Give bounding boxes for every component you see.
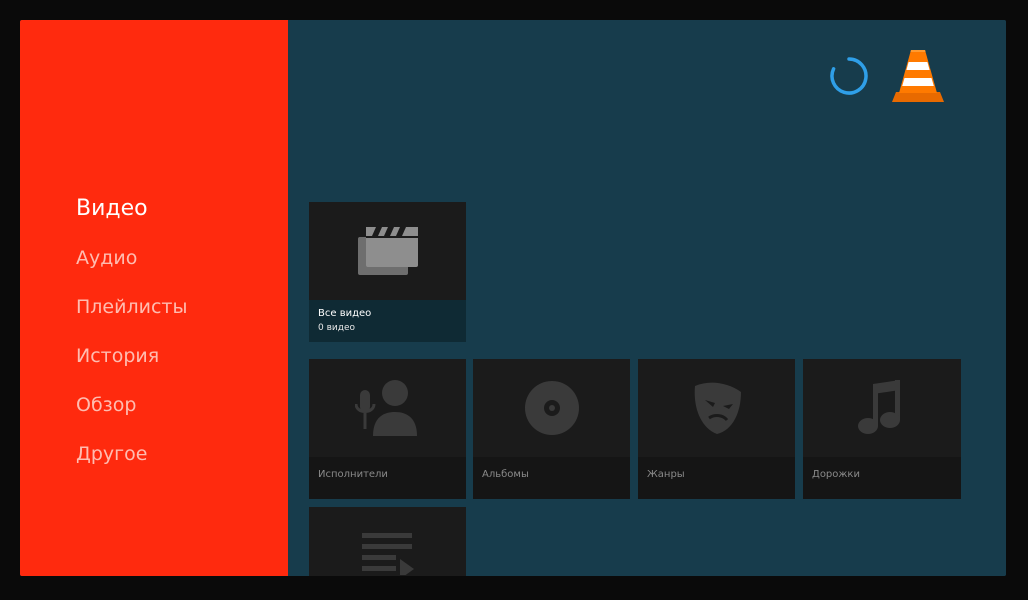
sidebar-item-history[interactable]: История — [76, 339, 187, 388]
all-videos-count: 0 видео — [318, 323, 356, 333]
albums-card[interactable]: Альбомы — [473, 359, 630, 499]
genres-card[interactable]: Жанры — [638, 359, 795, 499]
music-note-icon — [803, 359, 961, 457]
all-videos-caption: Все видео 0 видео — [309, 300, 466, 342]
sidebar-item-other[interactable]: Другое — [76, 437, 187, 486]
artist-mic-icon — [309, 359, 466, 457]
tv-screen: Видео Аудио Плейлисты История Обзор Друг… — [20, 20, 1006, 576]
loading-spinner-icon — [829, 56, 869, 96]
genres-label: Жанры — [647, 469, 685, 480]
sidebar-item-audio[interactable]: Аудио — [76, 241, 187, 290]
playlists-card[interactable] — [309, 507, 466, 576]
disc-icon — [473, 359, 630, 457]
sidebar-nav: Видео Аудио Плейлисты История Обзор Друг… — [76, 192, 187, 486]
albums-label: Альбомы — [482, 469, 529, 480]
theater-mask-icon — [638, 359, 795, 457]
artists-label: Исполнители — [318, 469, 388, 480]
artists-card[interactable]: Исполнители — [309, 359, 466, 499]
genres-caption: Жанры — [638, 457, 795, 499]
tracks-card[interactable]: Дорожки — [803, 359, 961, 499]
movie-clapper-icon — [309, 202, 466, 300]
all-videos-card[interactable]: Все видео 0 видео — [309, 202, 466, 342]
tracks-caption: Дорожки — [803, 457, 961, 499]
sidebar-item-browse[interactable]: Обзор — [76, 388, 187, 437]
main-content: Все видео 0 видео Исполнители Альбомы Жа… — [288, 20, 1006, 576]
sidebar: Видео Аудио Плейлисты История Обзор Друг… — [20, 20, 288, 576]
tracks-label: Дорожки — [812, 469, 860, 480]
vlc-cone-icon — [890, 46, 946, 104]
artists-caption: Исполнители — [309, 457, 466, 499]
sidebar-item-playlists[interactable]: Плейлисты — [76, 290, 187, 339]
sidebar-item-video[interactable]: Видео — [76, 192, 187, 241]
all-videos-title: Все видео — [318, 308, 372, 319]
albums-caption: Альбомы — [473, 457, 630, 499]
playlist-icon — [309, 507, 466, 576]
